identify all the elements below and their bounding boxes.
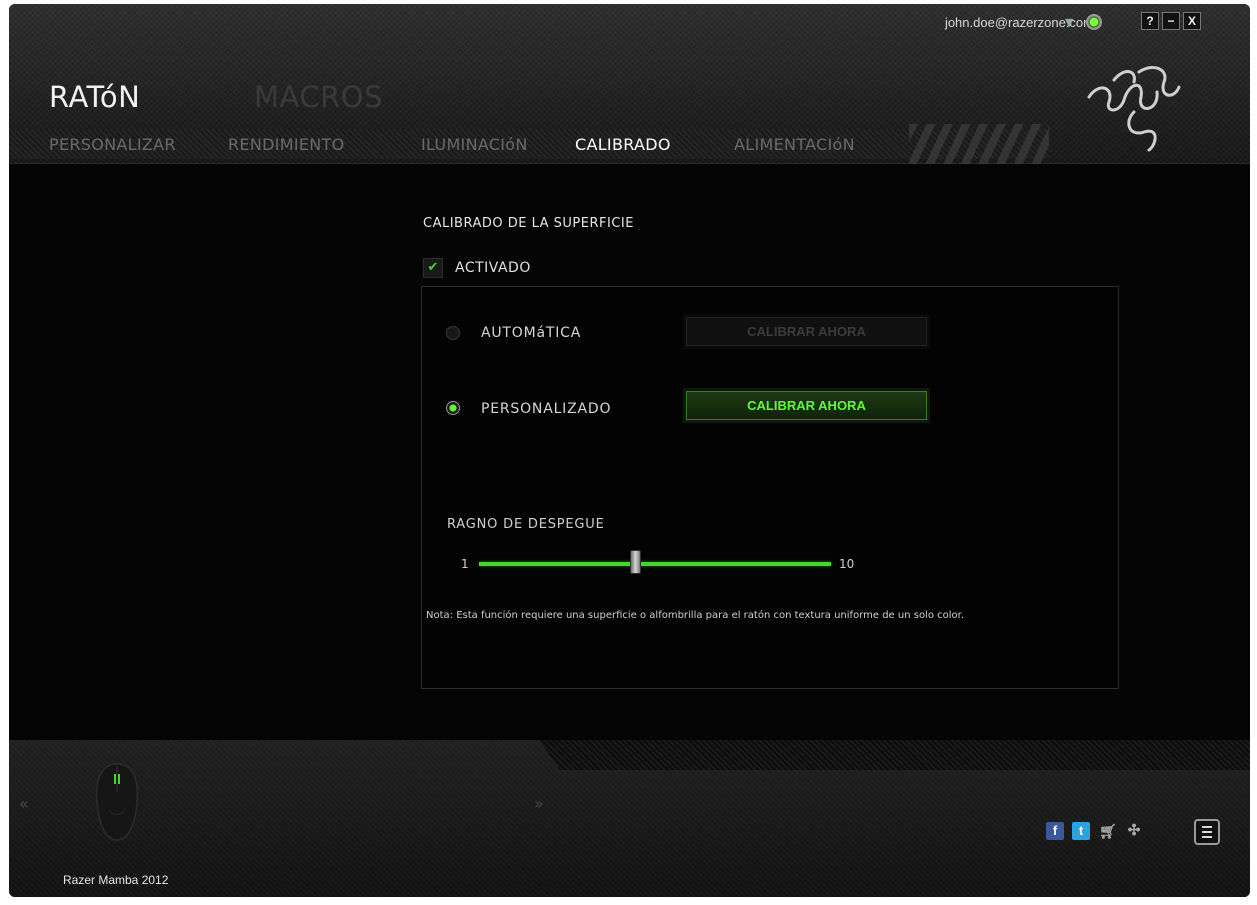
footer-texture: [539, 740, 1250, 770]
subtab-calibrado[interactable]: CALIBRADO: [575, 135, 671, 154]
lift-off-title: RAGNO DE DESPEGUE: [447, 517, 605, 532]
calibrate-auto-button[interactable]: CALIBRAR AHORA: [683, 314, 930, 349]
prev-device-button[interactable]: «: [19, 794, 29, 813]
slider-max-label: 10: [839, 557, 855, 571]
calibration-panel: [421, 286, 1119, 689]
facebook-icon[interactable]: f: [1046, 822, 1064, 840]
section-title: CALIBRADO DE LA SUPERFICIE: [423, 216, 634, 231]
slider-min-label: 1: [461, 557, 469, 571]
online-status-icon: [1086, 14, 1102, 30]
close-button[interactable]: X: [1183, 12, 1201, 30]
lift-off-slider-track[interactable]: [479, 562, 831, 566]
minimize-button[interactable]: −: [1162, 12, 1180, 30]
mouse-device-icon[interactable]: [91, 762, 143, 842]
razer-logo-icon: [1087, 66, 1181, 152]
label-automatica: AUTOMáTICA: [481, 325, 582, 341]
subtab-iluminacion[interactable]: ILUMINACIóN: [421, 135, 528, 154]
enabled-label: ACTIVADO: [455, 260, 531, 276]
calibrate-custom-button[interactable]: CALIBRAR AHORA: [683, 388, 930, 423]
account-dropdown-icon[interactable]: ▼: [1065, 16, 1073, 29]
decorative-stripes: [909, 124, 1049, 164]
subtab-alimentacion[interactable]: ALIMENTACIóN: [734, 135, 855, 154]
radio-automatica[interactable]: [446, 326, 460, 340]
tab-macros[interactable]: MACROS: [254, 80, 383, 114]
tab-raton[interactable]: RATóN: [49, 80, 140, 114]
menu-button[interactable]: [1194, 819, 1220, 845]
radio-personalizado[interactable]: [446, 401, 460, 415]
device-name: Razer Mamba 2012: [63, 873, 169, 887]
subtab-personalizar[interactable]: PERSONALIZAR: [49, 135, 176, 154]
next-device-button[interactable]: »: [534, 794, 544, 813]
lift-off-slider-thumb[interactable]: [630, 550, 642, 574]
cart-icon[interactable]: 🛒︎: [1099, 822, 1117, 840]
calibration-note: Nota: Esta función requiere una superfic…: [426, 610, 965, 621]
help-button[interactable]: ?: [1141, 12, 1159, 30]
label-personalizado: PERSONALIZADO: [481, 401, 612, 417]
enabled-checkbox[interactable]: ✔: [423, 258, 443, 278]
razer-icon[interactable]: ✣: [1125, 822, 1143, 840]
twitter-icon[interactable]: t: [1072, 822, 1090, 840]
header: john.doe@razerzone.com ▼ ? − X RATóN MAC…: [9, 4, 1250, 164]
subtab-rendimiento[interactable]: RENDIMIENTO: [228, 135, 345, 154]
synapse-window: john.doe@razerzone.com ▼ ? − X RATóN MAC…: [9, 4, 1250, 897]
